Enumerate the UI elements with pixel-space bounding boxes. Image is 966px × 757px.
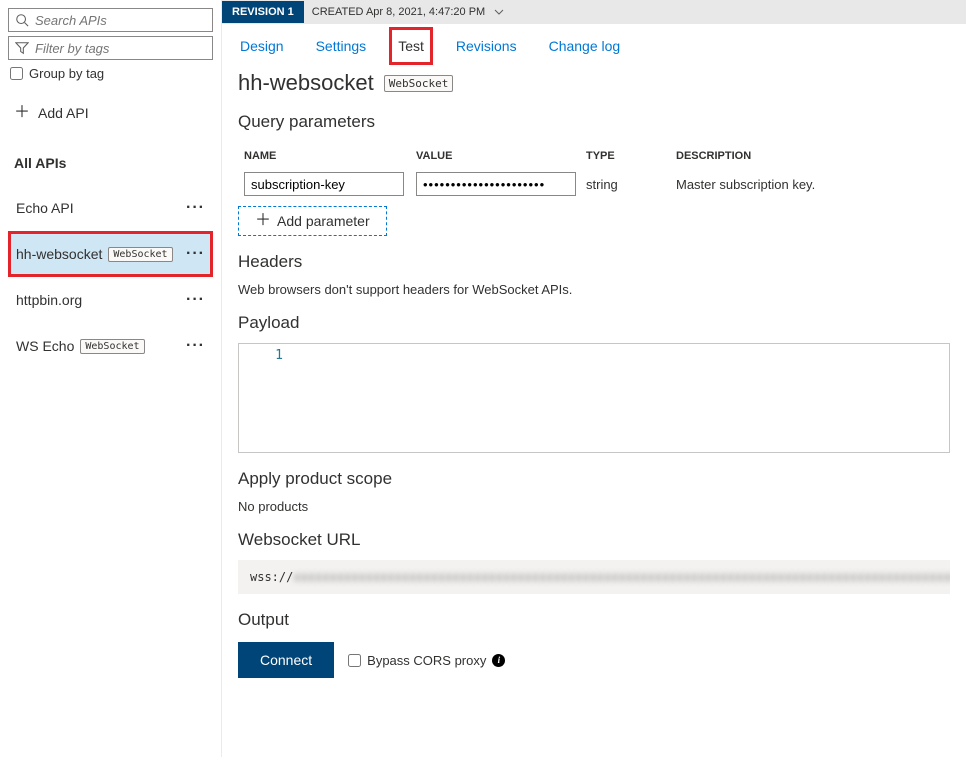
api-item-label: httpbin.org xyxy=(16,292,82,308)
section-payload: Payload xyxy=(238,313,950,333)
no-products: No products xyxy=(238,499,950,514)
group-by-tag-checkbox[interactable]: Group by tag xyxy=(10,66,211,81)
plus-icon: ＋ xyxy=(255,213,271,229)
main-panel: REVISION 1 CREATED Apr 8, 2021, 4:47:20 … xyxy=(222,0,966,757)
add-parameter-button[interactable]: ＋ Add parameter xyxy=(238,206,387,236)
websocket-badge: WebSocket xyxy=(80,339,144,354)
revision-created-text: CREATED Apr 8, 2021, 4:47:20 PM xyxy=(312,6,485,18)
tab-test[interactable]: Test xyxy=(396,34,426,58)
param-value-input[interactable] xyxy=(416,172,576,196)
all-apis-header[interactable]: All APIs xyxy=(8,147,213,179)
line-numbers: 1 xyxy=(239,344,295,452)
col-name: NAME xyxy=(238,150,416,162)
api-item-hh-websocket[interactable]: hh-websocket WebSocket ··· xyxy=(8,231,213,277)
bypass-cors-checkbox-input[interactable] xyxy=(348,654,361,667)
api-item-echo[interactable]: Echo API ··· xyxy=(8,185,213,231)
page-title: hh-websocket WebSocket xyxy=(238,70,950,96)
add-api-label: Add API xyxy=(38,105,89,121)
more-icon[interactable]: ··· xyxy=(186,337,205,355)
api-item-ws-echo[interactable]: WS Echo WebSocket ··· xyxy=(8,323,213,369)
search-apis-input-wrapper[interactable] xyxy=(8,8,213,32)
filter-icon xyxy=(15,41,29,55)
tab-revisions[interactable]: Revisions xyxy=(454,34,519,58)
col-value: VALUE xyxy=(416,150,586,162)
params-header: NAME VALUE TYPE DESCRIPTION xyxy=(238,142,950,170)
param-name-input[interactable] xyxy=(244,172,404,196)
websocket-badge: WebSocket xyxy=(108,247,172,262)
add-api-button[interactable]: ＋ Add API xyxy=(8,97,213,129)
section-headers: Headers xyxy=(238,252,950,272)
sidebar: Group by tag ＋ Add API All APIs Echo API… xyxy=(0,0,222,757)
ws-url-prefix: wss:// xyxy=(250,570,293,584)
col-desc: DESCRIPTION xyxy=(676,150,950,162)
api-item-httpbin[interactable]: httpbin.org ··· xyxy=(8,277,213,323)
section-output: Output xyxy=(238,610,950,630)
bypass-cors-label: Bypass CORS proxy xyxy=(367,653,486,668)
param-row: string Master subscription key. xyxy=(238,170,950,198)
section-query-params: Query parameters xyxy=(238,112,950,132)
search-icon xyxy=(15,13,29,27)
connect-button[interactable]: Connect xyxy=(238,642,334,678)
section-ws-url: Websocket URL xyxy=(238,530,950,550)
payload-editor[interactable]: 1 xyxy=(238,343,950,453)
more-icon[interactable]: ··· xyxy=(186,245,205,263)
filter-tags-input[interactable] xyxy=(35,41,206,56)
api-item-label: Echo API xyxy=(16,200,74,216)
content: hh-websocket WebSocket Query parameters … xyxy=(222,66,966,757)
param-type: string xyxy=(586,177,676,192)
headers-info: Web browsers don't support headers for W… xyxy=(238,282,950,297)
tab-settings[interactable]: Settings xyxy=(314,34,369,58)
params-table: NAME VALUE TYPE DESCRIPTION string Maste… xyxy=(238,142,950,236)
revision-created-dropdown[interactable]: CREATED Apr 8, 2021, 4:47:20 PM xyxy=(312,6,505,18)
chevron-down-icon xyxy=(493,6,505,18)
payload-text-area[interactable] xyxy=(295,344,949,452)
filter-tags-input-wrapper[interactable] xyxy=(8,36,213,60)
tab-changelog[interactable]: Change log xyxy=(547,34,623,58)
revision-bar: REVISION 1 CREATED Apr 8, 2021, 4:47:20 … xyxy=(222,0,966,24)
page-title-text: hh-websocket xyxy=(238,70,374,96)
param-desc: Master subscription key. xyxy=(676,177,950,192)
bypass-cors-checkbox[interactable]: Bypass CORS proxy i xyxy=(348,653,505,668)
connect-row: Connect Bypass CORS proxy i xyxy=(238,642,950,678)
add-parameter-label: Add parameter xyxy=(277,213,370,229)
api-item-label: WS Echo xyxy=(16,338,74,354)
group-by-tag-checkbox-input[interactable] xyxy=(10,67,23,80)
more-icon[interactable]: ··· xyxy=(186,291,205,309)
tab-design[interactable]: Design xyxy=(238,34,286,58)
tabs: Design Settings Test Revisions Change lo… xyxy=(222,24,966,66)
group-by-tag-label: Group by tag xyxy=(29,66,104,81)
search-apis-input[interactable] xyxy=(35,13,206,28)
websocket-badge: WebSocket xyxy=(384,75,454,92)
info-icon[interactable]: i xyxy=(492,654,505,667)
ws-url-blurred: xxxxxxxxxxxxxxxxxxxxxxxxxxxxxxxxxxxxxxxx… xyxy=(293,570,950,584)
api-item-label: hh-websocket xyxy=(16,246,102,262)
plus-icon: ＋ xyxy=(14,105,30,121)
ws-url-box[interactable]: wss://xxxxxxxxxxxxxxxxxxxxxxxxxxxxxxxxxx… xyxy=(238,560,950,594)
section-product-scope: Apply product scope xyxy=(238,469,950,489)
revision-badge: REVISION 1 xyxy=(222,1,304,23)
col-type: TYPE xyxy=(586,150,676,162)
more-icon[interactable]: ··· xyxy=(186,199,205,217)
